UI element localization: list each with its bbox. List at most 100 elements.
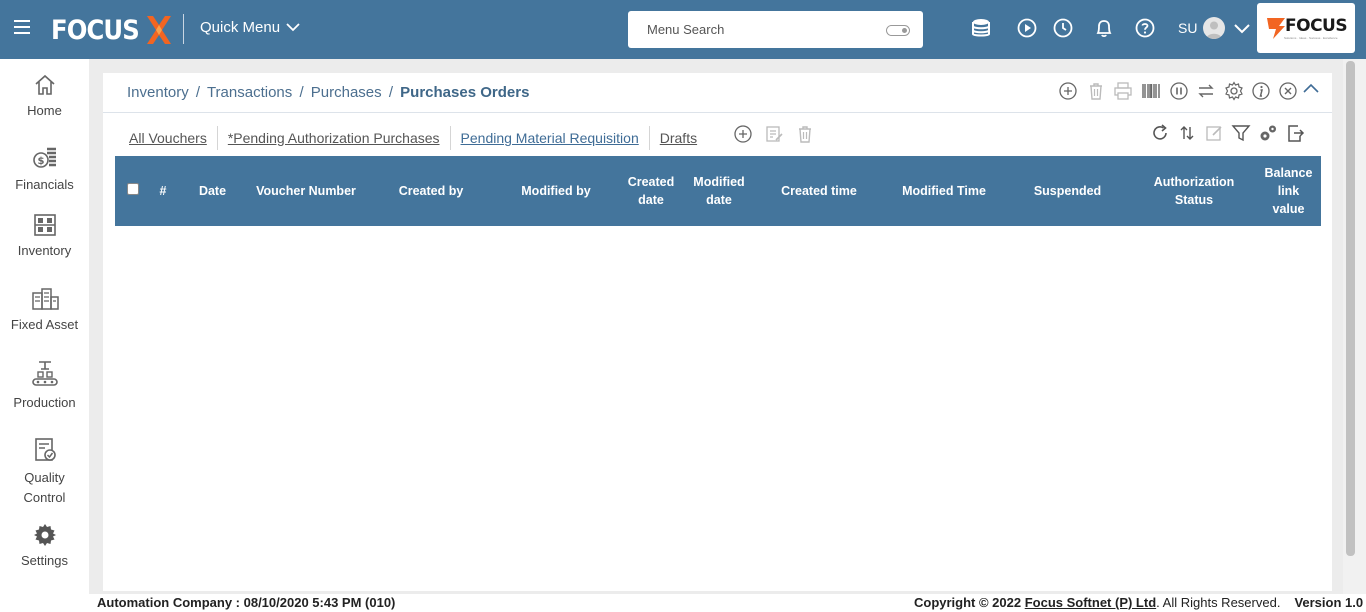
- breadcrumb-inventory[interactable]: Inventory: [127, 84, 189, 101]
- add-icon[interactable]: [1058, 81, 1078, 101]
- refresh-icon[interactable]: [1150, 123, 1170, 143]
- database-icon[interactable]: [970, 17, 992, 39]
- col-header-balance-link-value[interactable]: Balance link value: [1261, 156, 1316, 226]
- help-icon[interactable]: [1134, 17, 1156, 39]
- add-voucher-icon[interactable]: [733, 124, 753, 144]
- breadcrumb-separator: /: [299, 84, 304, 101]
- breadcrumb-separator: /: [195, 84, 201, 101]
- tab-all-vouchers[interactable]: All Vouchers: [129, 126, 218, 150]
- select-all-checkbox[interactable]: [127, 183, 139, 195]
- brand-tagline: Solutions · Ideas · Success · Excellence: [1284, 36, 1338, 40]
- hamburger-menu-icon[interactable]: [14, 20, 30, 34]
- header-divider-line: [103, 112, 1332, 113]
- logo-x-icon: [146, 16, 171, 44]
- conveyor-icon: [31, 361, 58, 386]
- page-title: Purchases Orders: [400, 84, 530, 101]
- sidebar-item-inventory[interactable]: Inventory: [0, 213, 89, 258]
- gear-icon: [33, 524, 56, 546]
- company-brand-logo: FOCUS Solutions · Ideas · Success · Exce…: [1257, 3, 1355, 53]
- col-header-created-time[interactable]: Created time: [765, 156, 873, 226]
- version-label: Version 1.0: [1294, 595, 1364, 610]
- sidebar-item-label: Fixed Asset: [10, 317, 79, 332]
- quick-menu-button[interactable]: Quick Menu: [200, 19, 300, 36]
- app-logo[interactable]: FOCUS: [51, 13, 173, 47]
- col-header-created-by[interactable]: Created by: [385, 156, 477, 226]
- home-icon: [34, 74, 55, 95]
- settings-gear-icon[interactable]: [1224, 81, 1244, 101]
- avatar[interactable]: [1203, 17, 1225, 39]
- col-header-voucher-number[interactable]: Voucher Number: [251, 156, 361, 226]
- building-icon: [31, 288, 59, 310]
- chevron-down-icon: [286, 23, 300, 32]
- vertical-scrollbar[interactable]: [1343, 59, 1366, 594]
- breadcrumb-purchases[interactable]: Purchases: [311, 84, 382, 101]
- sidebar-item-label: Quality: [24, 470, 65, 485]
- brand-name: FOCUS: [1285, 16, 1348, 36]
- footer: Automation Company : 08/10/2020 5:43 PM …: [0, 594, 1366, 612]
- warehouse-icon: [33, 214, 56, 236]
- sidebar-item-production[interactable]: Production: [0, 359, 89, 410]
- col-header-modified-date[interactable]: Modified date: [688, 156, 750, 226]
- voucher-tabs: All Vouchers *Pending Authorization Purc…: [129, 126, 707, 150]
- menu-search-box: [628, 11, 923, 48]
- user-menu-chevron-down-icon[interactable]: [1231, 17, 1253, 39]
- swap-icon[interactable]: [1196, 81, 1216, 101]
- chevron-up-icon[interactable]: [1301, 79, 1321, 99]
- delete-voucher-icon[interactable]: [795, 124, 815, 144]
- sidebar-item-label: Inventory: [17, 243, 72, 258]
- sidebar-item-label: Home: [27, 103, 62, 118]
- copyright-suffix: . All Rights Reserved.: [1156, 595, 1281, 610]
- copyright: Copyright © 2022 Focus Softnet (P) Ltd. …: [914, 595, 1363, 610]
- col-header-authorization-status[interactable]: Authorization Status: [1142, 156, 1246, 226]
- main-panel: Inventory / Transactions / Purchases / P…: [103, 73, 1332, 591]
- barcode-icon[interactable]: [1141, 81, 1161, 101]
- top-bar: FOCUS Quick Menu SU: [0, 0, 1366, 59]
- col-header-modified-by[interactable]: Modified by: [510, 156, 602, 226]
- sidebar: Home $ Financials Inventory Fixed Asset: [0, 59, 89, 612]
- coins-icon: $: [32, 147, 56, 168]
- sort-icon[interactable]: [1177, 123, 1197, 143]
- close-icon[interactable]: [1278, 81, 1298, 101]
- pause-icon[interactable]: [1169, 81, 1189, 101]
- sidebar-item-fixed-asset[interactable]: Fixed Asset: [0, 287, 89, 332]
- menu-search-input[interactable]: [647, 22, 877, 37]
- sidebar-item-label: Financials: [15, 177, 74, 192]
- breadcrumb: Inventory / Transactions / Purchases / P…: [127, 84, 529, 101]
- checklist-icon: [34, 438, 56, 461]
- col-header-created-date[interactable]: Created date: [620, 156, 682, 226]
- grid-header: # Date Voucher Number Created by Modifie…: [115, 156, 1321, 226]
- scrollbar-thumb[interactable]: [1346, 61, 1355, 556]
- sidebar-item-quality-control[interactable]: Quality Control: [0, 436, 89, 505]
- sidebar-item-financials[interactable]: $ Financials: [0, 145, 89, 192]
- tab-pending-material-requisition[interactable]: Pending Material Requisition: [451, 126, 650, 150]
- col-header-index[interactable]: #: [153, 156, 173, 226]
- edit-icon[interactable]: [1204, 123, 1224, 143]
- delete-icon[interactable]: [1086, 81, 1106, 101]
- company-link[interactable]: Focus Softnet (P) Ltd: [1025, 595, 1156, 610]
- info-icon[interactable]: [1251, 81, 1271, 101]
- sidebar-item-home[interactable]: Home: [0, 73, 89, 118]
- breadcrumb-separator: /: [388, 84, 393, 101]
- tab-drafts[interactable]: Drafts: [650, 126, 707, 150]
- user-initials[interactable]: SU: [1178, 20, 1197, 36]
- print-icon[interactable]: [1113, 81, 1133, 101]
- export-icon[interactable]: [1285, 123, 1305, 143]
- clock-icon[interactable]: [1052, 17, 1074, 39]
- sidebar-item-settings[interactable]: Settings: [0, 523, 89, 568]
- breadcrumb-transactions[interactable]: Transactions: [207, 84, 292, 101]
- col-header-modified-time[interactable]: Modified Time: [890, 156, 998, 226]
- col-header-suspended[interactable]: Suspended: [1020, 156, 1115, 226]
- company-status: Automation Company : 08/10/2020 5:43 PM …: [97, 595, 396, 610]
- search-toggle-switch[interactable]: [886, 25, 910, 36]
- filter-icon[interactable]: [1231, 123, 1251, 143]
- col-header-date[interactable]: Date: [190, 156, 235, 226]
- user-silhouette-icon: [1206, 21, 1222, 39]
- edit-list-icon[interactable]: [764, 124, 784, 144]
- gears-icon[interactable]: [1258, 123, 1278, 143]
- svg-text:$: $: [37, 156, 44, 167]
- grid-body: [115, 226, 1321, 586]
- play-icon[interactable]: [1016, 17, 1038, 39]
- tab-pending-authorization[interactable]: *Pending Authorization Purchases: [218, 126, 451, 150]
- copyright-prefix: Copyright © 2022: [914, 595, 1025, 610]
- bell-icon[interactable]: [1093, 17, 1115, 39]
